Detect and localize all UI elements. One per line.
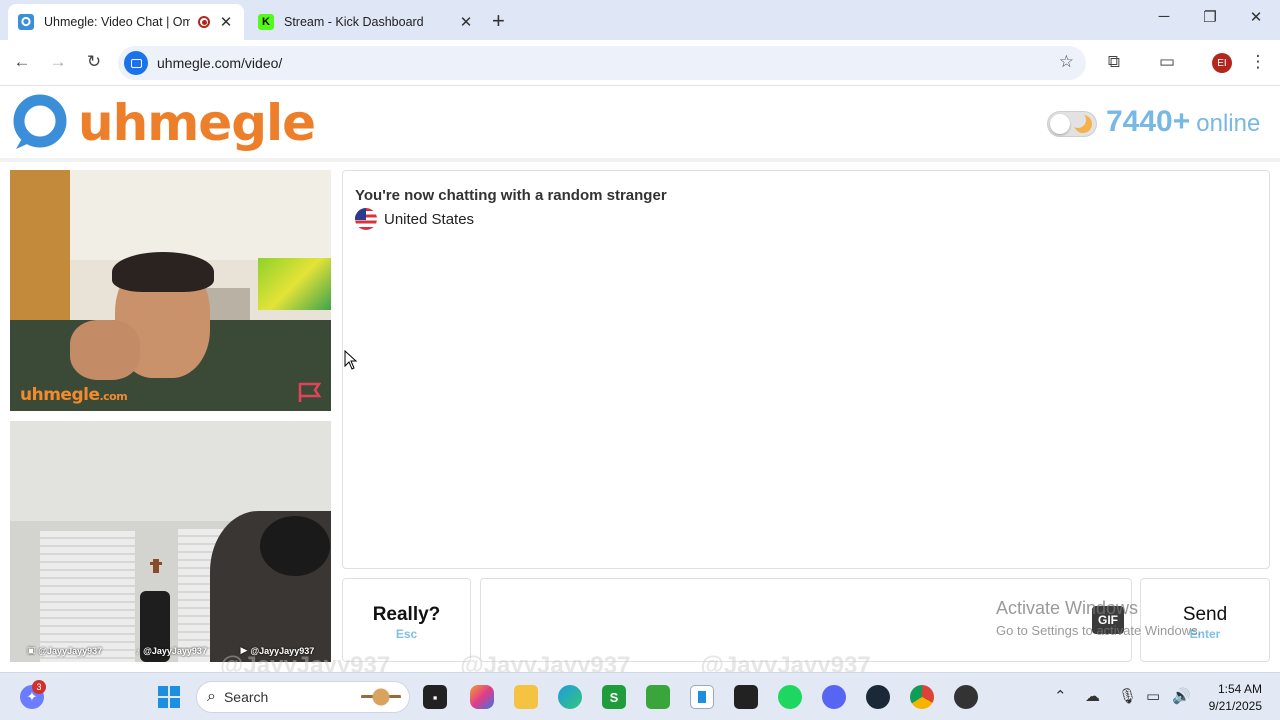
self-video: ▣ @JayyJayy937 ♪ @JayyJayy937 ▶ @JayyJay… (10, 421, 331, 662)
logo-text: uhmegle (78, 94, 316, 152)
copilot-icon[interactable] (470, 685, 494, 709)
address-toolbar: ← → ↻ uhmegle.com/video/ ☆ ⧉ ▭ ⋮ (0, 40, 1280, 86)
forward-icon[interactable]: → (47, 52, 69, 72)
restore-icon[interactable]: ❐ (1200, 8, 1220, 26)
system-clock[interactable]: 1:54 AM 9/21/2025 (1209, 681, 1262, 715)
tab-title: Stream - Kick Dashboard (284, 15, 424, 29)
obs-icon[interactable] (954, 685, 978, 709)
dark-mode-toggle[interactable] (1047, 111, 1097, 137)
headphones-shape (260, 516, 330, 576)
spotify-icon[interactable] (778, 685, 802, 709)
gif-button[interactable]: GIF (1092, 606, 1124, 634)
file-explorer-icon[interactable] (514, 685, 538, 709)
taskbar-search[interactable]: ⌕ Search (196, 681, 410, 713)
discord-icon[interactable] (822, 685, 846, 709)
clock-time: 1:54 AM (1217, 682, 1262, 696)
close-tab-icon[interactable]: ✕ (218, 13, 234, 31)
send-button-label: Send (1182, 604, 1228, 625)
hair-shape (112, 252, 214, 292)
cast-search-icon[interactable]: ▭ (1156, 52, 1178, 72)
task-view-icon[interactable]: ▪ (423, 685, 447, 709)
reload-icon[interactable]: ↻ (83, 52, 105, 72)
network-icon[interactable]: ▭ (1146, 687, 1160, 705)
close-window-icon[interactable]: ✕ (1246, 8, 1266, 26)
poster-shape (258, 258, 331, 310)
online-counter: 7440+ online (1106, 105, 1260, 139)
skip-button[interactable]: Really? Esc (342, 578, 471, 662)
minecraft-icon[interactable] (646, 685, 670, 709)
search-icon: ⌕ (207, 688, 216, 705)
s-app-icon[interactable]: S (602, 685, 626, 709)
bookmark-star-icon[interactable]: ☆ (1059, 52, 1074, 72)
menu-dots-icon[interactable]: ⋮ (1247, 52, 1269, 72)
search-highlight-icon (361, 687, 401, 707)
ceiling-shape (10, 421, 331, 521)
search-placeholder: Search (223, 689, 269, 705)
volume-icon[interactable]: 🔊 (1172, 687, 1191, 705)
tab-title: Uhmegle: Video Chat | Ome (44, 15, 190, 29)
kick-favicon-icon: K (258, 14, 274, 30)
onedrive-icon[interactable]: ☁ (1085, 687, 1100, 705)
toggle-knob (1050, 114, 1070, 134)
widgets-badge: 3 (32, 680, 46, 694)
minimize-icon[interactable]: ─ (1154, 8, 1174, 25)
tab-uhmegle[interactable]: Uhmegle: Video Chat | Ome ✕ (8, 4, 244, 40)
windows-taskbar: ✦ ⌕ Search ▪ S ⌃ ☁ 🎙 ▭ 🔊 1:54 AM 9/21/20… (0, 672, 1280, 720)
skip-button-label: Really? (372, 604, 441, 625)
site-logo[interactable]: uhmegle (12, 92, 316, 154)
tab-kick-dashboard[interactable]: K Stream - Kick Dashboard ✕ (248, 4, 484, 40)
back-icon[interactable]: ← (11, 52, 33, 72)
mouse-cursor-icon (344, 350, 358, 370)
url-text: uhmegle.com/video/ (157, 55, 283, 71)
steam-icon[interactable] (866, 685, 890, 709)
arm-shape (70, 320, 140, 380)
wall-shape (70, 170, 331, 260)
stranger-country: United States (355, 208, 474, 230)
message-input[interactable] (480, 578, 1132, 662)
cross-bar (150, 562, 162, 565)
store-icon[interactable] (690, 685, 714, 709)
report-flag-icon[interactable] (297, 381, 323, 403)
window-blinds-left (40, 531, 135, 662)
skip-button-hint: Esc (395, 627, 418, 641)
us-flag-icon (355, 208, 377, 230)
address-bar[interactable]: uhmegle.com/video/ ☆ (118, 46, 1086, 80)
start-icon[interactable] (157, 685, 181, 709)
handle-tiktok: ♪ @JayyJayy937 (135, 645, 207, 656)
profile-avatar[interactable]: EI (1212, 53, 1232, 73)
online-count: 7440+ (1106, 105, 1191, 138)
moon-icon (1070, 112, 1092, 133)
chat-status-message: You're now chatting with a random strang… (355, 187, 667, 204)
stream-handles: ▣ @JayyJayy937 ♪ @JayyJayy937 ▶ @JayyJay… (10, 645, 331, 656)
clock-date: 9/21/2025 (1208, 699, 1262, 713)
online-label: online (1196, 110, 1261, 137)
recording-icon (198, 16, 210, 28)
browser-tab-strip: Uhmegle: Video Chat | Ome ✕ K Stream - K… (0, 0, 1280, 40)
chrome-icon[interactable] (910, 685, 934, 709)
close-tab-icon[interactable]: ✕ (458, 13, 474, 31)
extensions-icon[interactable]: ⧉ (1103, 52, 1125, 72)
uhmegle-favicon-icon (18, 14, 34, 30)
send-button[interactable]: Send Enter (1140, 578, 1270, 662)
site-info-icon[interactable] (124, 51, 148, 75)
header-divider (0, 158, 1280, 162)
handle-twitch: ▣ @JayyJayy937 (26, 645, 103, 656)
uhmegle-logo-icon (12, 93, 72, 153)
send-button-hint: Enter (1189, 627, 1221, 641)
country-name: United States (384, 210, 475, 228)
uhmegle-watermark: uhmegle.com (20, 385, 128, 405)
edge-icon[interactable] (558, 685, 582, 709)
chat-log[interactable]: You're now chatting with a random strang… (342, 170, 1270, 569)
new-tab-button[interactable]: + (492, 8, 505, 34)
microphone-icon[interactable]: 🎙 (1118, 687, 1137, 705)
minecraft-launcher-icon[interactable] (734, 685, 758, 709)
stranger-video: uhmegle.com (10, 170, 331, 411)
handle-youtube: ▶ @JayyJayy937 (240, 645, 315, 656)
tray-overflow-icon[interactable]: ⌃ (1054, 687, 1067, 705)
